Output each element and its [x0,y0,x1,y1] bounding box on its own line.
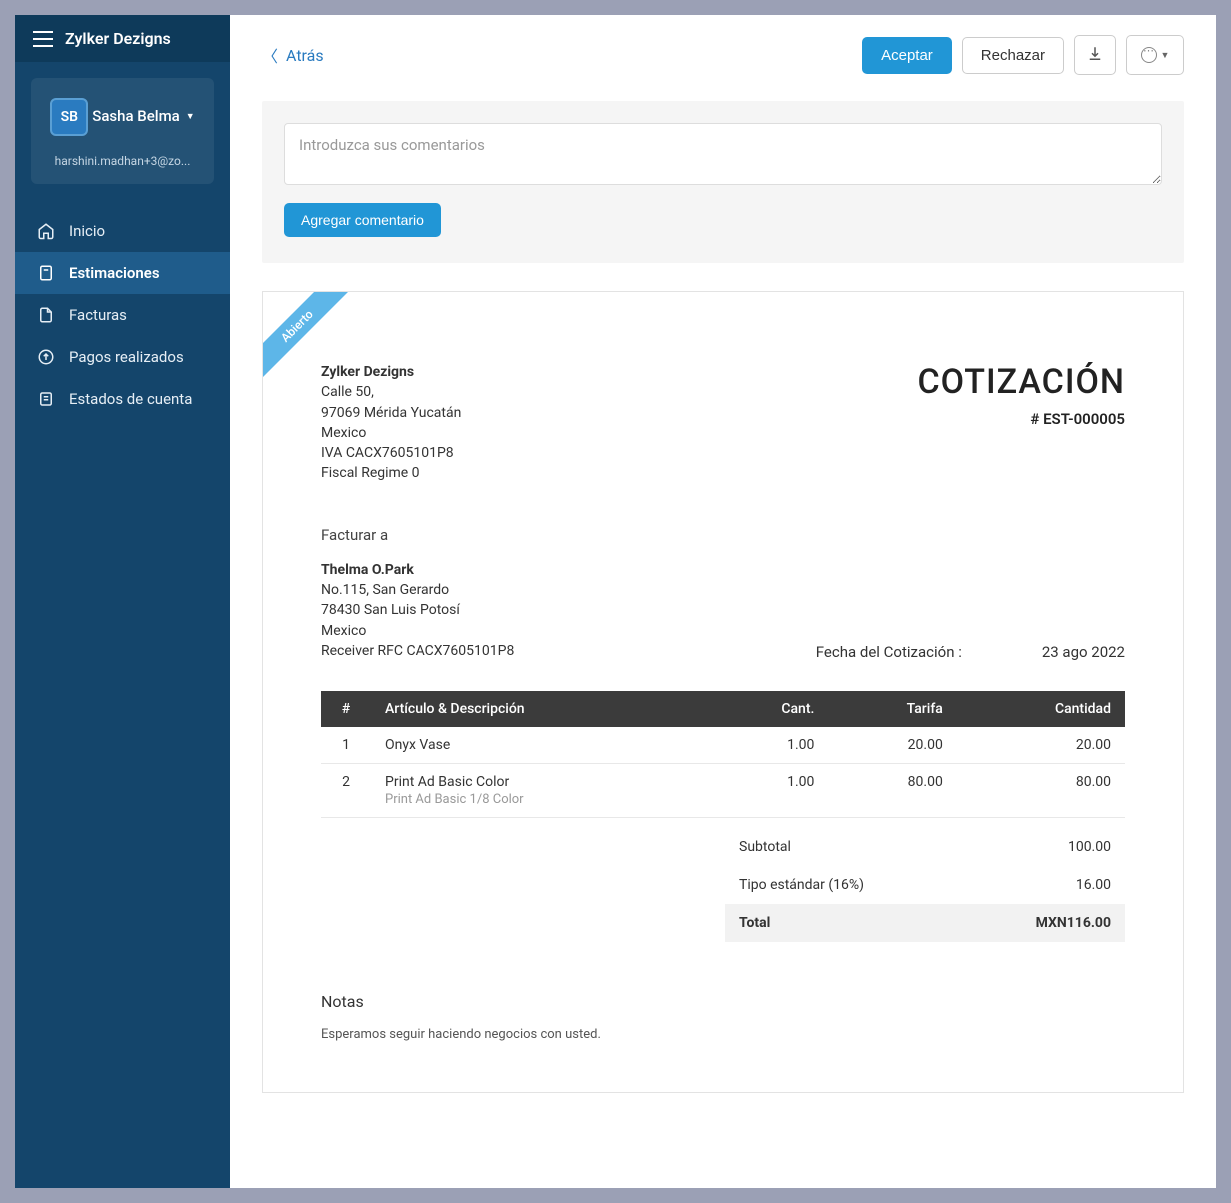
ellipsis-icon [1141,47,1157,63]
sidebar-item-invoices[interactable]: Facturas [15,294,230,336]
tax-label: Tipo estándar (16%) [739,877,864,893]
cell-num: 1 [321,727,371,764]
document-date-value: 23 ago 2022 [1042,643,1125,661]
customer-rfc: Receiver RFC CACX7605101P8 [321,641,514,661]
sidebar-item-label: Inicio [69,222,105,240]
upload-icon [37,348,55,366]
th-description: Artículo & Descripción [371,691,706,727]
sidebar-item-statements[interactable]: Estados de cuenta [15,378,230,420]
cell-description: Onyx Vase [371,727,706,764]
customer-address-line2: 78430 San Luis Potosí [321,600,514,620]
item-sub-description: Print Ad Basic 1/8 Color [385,792,692,807]
tax-row: Tipo estándar (16%) 16.00 [725,866,1125,904]
totals-block: Subtotal 100.00 Tipo estándar (16%) 16.0… [725,828,1125,942]
profile-name-text: Sasha Belma [92,107,180,125]
cell-rate: 80.00 [828,764,956,818]
sidebar-item-label: Pagos realizados [69,348,184,366]
customer-address-line1: No.115, San Gerardo [321,580,514,600]
cell-description: Print Ad Basic ColorPrint Ad Basic 1/8 C… [371,764,706,818]
app-root: Zylker Dezigns SB Sasha Belma ▼ harshini… [15,15,1216,1188]
document-icon [37,306,55,324]
notes-section: Notas Esperamos seguir haciendo negocios… [321,992,1125,1042]
list-icon [37,390,55,408]
topbar-actions: Aceptar Rechazar ▼ [862,35,1184,75]
subtotal-label: Subtotal [739,839,791,855]
document-header: Zylker Dezigns Calle 50, 97069 Mérida Yu… [321,362,1125,484]
more-actions-button[interactable]: ▼ [1126,35,1184,75]
grand-total-value: MXN116.00 [1036,915,1111,931]
th-qty: Cant. [706,691,828,727]
profile-email: harshini.madhan+3@zo... [41,154,204,168]
table-row: 2Print Ad Basic ColorPrint Ad Basic 1/8 … [321,764,1125,818]
reject-button[interactable]: Rechazar [962,37,1064,74]
sidebar-item-label: Estados de cuenta [69,390,192,408]
download-button[interactable] [1074,35,1116,75]
company-tax-id: IVA CACX7605101P8 [321,443,461,463]
th-num: # [321,691,371,727]
notes-label: Notas [321,992,1125,1011]
calculator-icon [37,264,55,282]
grand-total-label: Total [739,915,770,931]
cell-rate: 20.00 [828,727,956,764]
grand-total-row: Total MXN116.00 [725,904,1125,942]
profile-card: SB Sasha Belma ▼ harshini.madhan+3@zo... [31,78,214,184]
comment-section: Agregar comentario [262,101,1184,263]
company-address-line2: 97069 Mérida Yucatán [321,403,461,423]
customer-name: Thelma O.Park [321,560,514,580]
cell-amount: 20.00 [957,727,1125,764]
document-date-row: Fecha del Cotización : 23 ago 2022 [816,643,1125,661]
home-icon [37,222,55,240]
avatar: SB [50,98,88,136]
document-title-block: COTIZACIÓN # EST-000005 [917,362,1125,428]
document-number: # EST-000005 [917,410,1125,428]
cell-num: 2 [321,764,371,818]
company-address-line1: Calle 50, [321,382,461,402]
comment-input[interactable] [284,123,1162,185]
profile-name-dropdown[interactable]: Sasha Belma ▼ [92,107,194,125]
sidebar-nav: Inicio Estimaciones Facturas Pagos reali… [15,210,230,420]
cell-qty: 1.00 [706,727,828,764]
status-ribbon-label: Abierto [263,292,353,382]
bill-to-label: Facturar a [321,526,1125,544]
company-country: Mexico [321,423,461,443]
back-link[interactable]: 〈 Atrás [262,43,324,67]
accept-button[interactable]: Aceptar [862,37,952,74]
main-content: 〈 Atrás Aceptar Rechazar ▼ Agregar comen… [230,15,1216,1188]
caret-down-icon: ▼ [186,111,195,122]
cell-amount: 80.00 [957,764,1125,818]
notes-text: Esperamos seguir haciendo negocios con u… [321,1027,1125,1042]
sidebar-item-label: Estimaciones [69,264,160,282]
document-title: COTIZACIÓN [917,362,1125,402]
add-comment-button[interactable]: Agregar comentario [284,203,441,237]
sidebar-header: Zylker Dezigns [15,15,230,62]
download-icon [1086,45,1104,66]
bill-to-section: Facturar a Thelma O.Park No.115, San Ger… [321,526,1125,661]
table-row: 1Onyx Vase1.0020.0020.00 [321,727,1125,764]
caret-down-icon: ▼ [1161,50,1170,60]
sidebar-item-home[interactable]: Inicio [15,210,230,252]
line-items-table: # Artículo & Descripción Cant. Tarifa Ca… [321,691,1125,818]
subtotal-value: 100.00 [1068,839,1111,855]
cell-qty: 1.00 [706,764,828,818]
estimate-document: Abierto Zylker Dezigns Calle 50, 97069 M… [262,291,1184,1093]
status-ribbon: Abierto [263,292,353,382]
back-label: Atrás [286,46,324,65]
topbar: 〈 Atrás Aceptar Rechazar ▼ [230,15,1216,91]
sidebar-item-estimates[interactable]: Estimaciones [15,252,230,294]
th-rate: Tarifa [828,691,956,727]
brand-name: Zylker Dezigns [65,29,171,48]
document-date-label: Fecha del Cotización : [816,643,962,661]
subtotal-row: Subtotal 100.00 [725,828,1125,866]
customer-country: Mexico [321,621,514,641]
chevron-left-icon: 〈 [262,43,278,67]
sidebar: Zylker Dezigns SB Sasha Belma ▼ harshini… [15,15,230,1188]
th-amount: Cantidad [957,691,1125,727]
sidebar-item-payments[interactable]: Pagos realizados [15,336,230,378]
sidebar-item-label: Facturas [69,306,127,324]
tax-value: 16.00 [1076,877,1111,893]
company-fiscal-regime: Fiscal Regime 0 [321,463,461,483]
hamburger-icon[interactable] [33,31,53,47]
customer-block: Thelma O.Park No.115, San Gerardo 78430 … [321,560,514,661]
